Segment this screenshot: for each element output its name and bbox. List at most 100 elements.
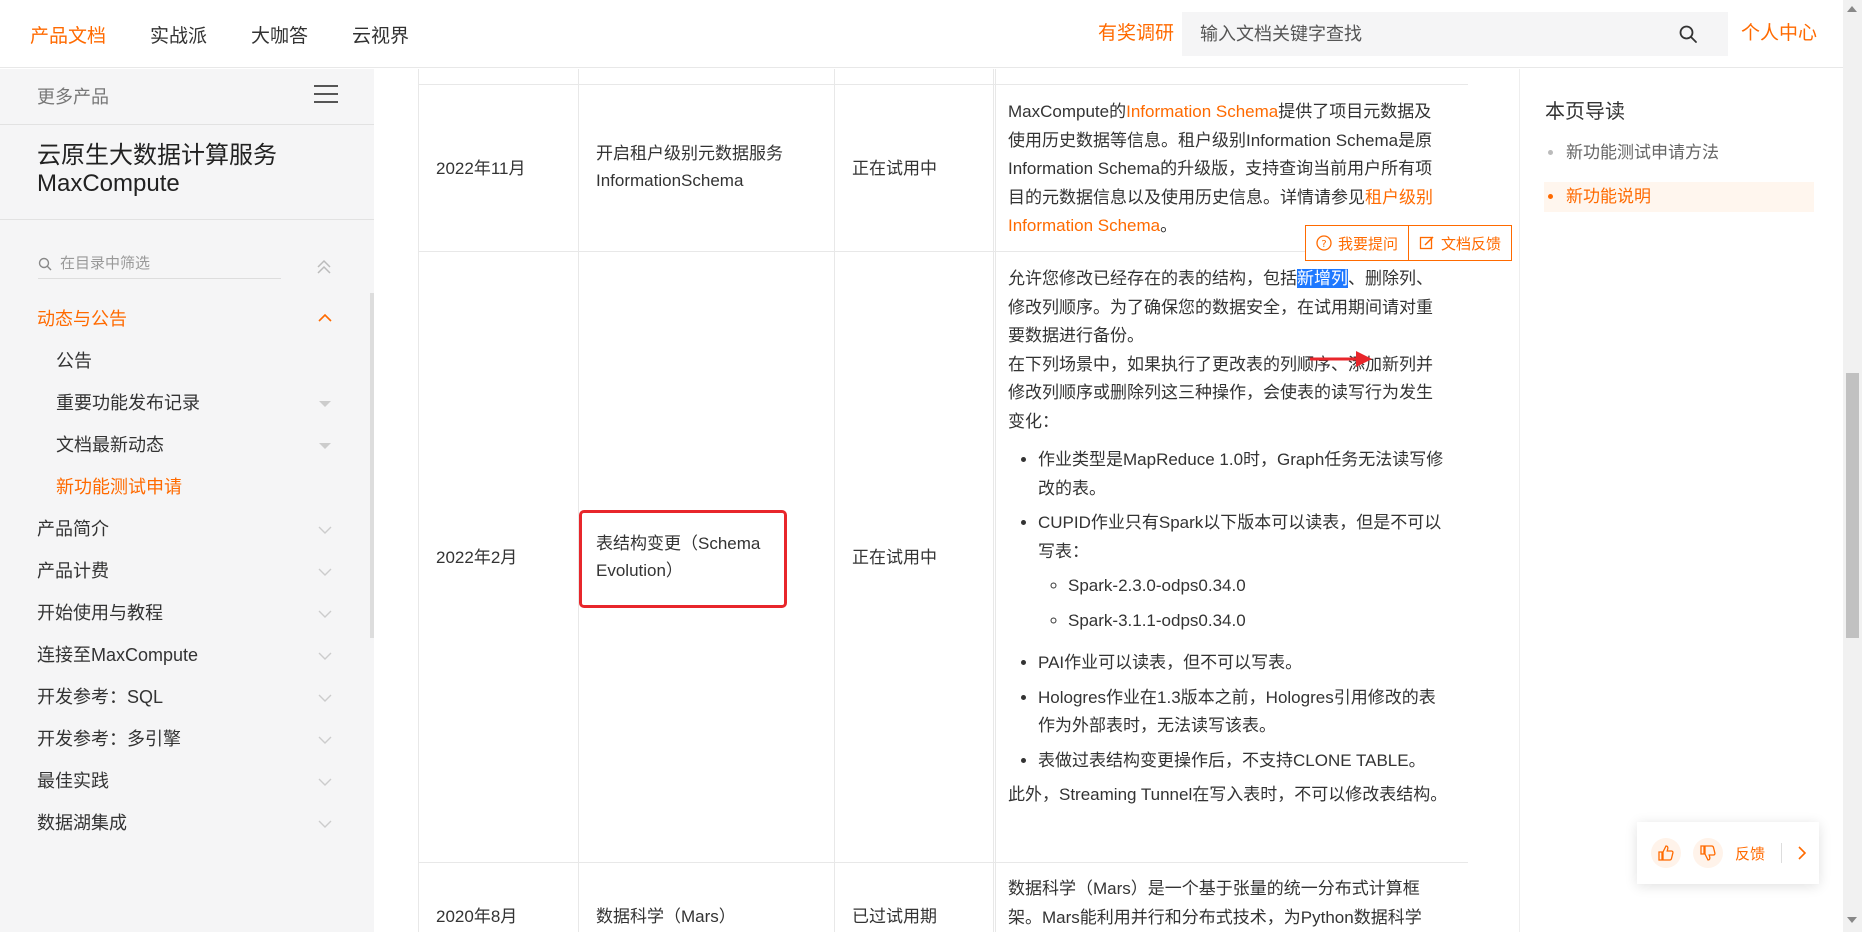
sidebar-item-best-practice[interactable]: 最佳实践 [37, 767, 337, 795]
chevron-down-icon[interactable] [318, 733, 332, 747]
left-sidebar: 更多产品 云原生大数据计算服务 MaxCompute 动态与公告 公告 重要功能… [0, 69, 374, 932]
toc-item-label: 新功能说明 [1566, 187, 1651, 206]
chevron-up-icon[interactable] [318, 311, 332, 325]
chevron-down-icon[interactable] [318, 775, 332, 789]
sidebar-item-billing[interactable]: 产品计费 [37, 557, 337, 585]
nav-practice[interactable]: 实战派 [150, 21, 207, 48]
page-scrollbar[interactable] [1843, 0, 1862, 932]
doc-feedback-button[interactable]: 文档反馈 [1408, 226, 1511, 260]
sidebar-item-label: 最佳实践 [37, 771, 109, 791]
doc-feedback-label: 文档反馈 [1441, 235, 1502, 253]
sidebar-item-label: 数据湖集成 [37, 813, 127, 833]
nav-cloud-vision[interactable]: 云视界 [352, 21, 409, 48]
sidebar-item-getting-started[interactable]: 开始使用与教程 [37, 599, 337, 627]
desc-text: 允许您修改已经存在的表的结构，包括 [1008, 269, 1297, 288]
menu-icon[interactable] [314, 85, 338, 105]
thumbs-up-icon [1658, 845, 1674, 861]
description-cell: 数据科学（Mars）是一个基于张量的统一分布式计算框架。Mars能利用并行和分布… [1008, 879, 1422, 927]
nav-expert-answers[interactable]: 大咖答 [251, 21, 308, 48]
personal-center-link[interactable]: 个人中心 [1741, 0, 1817, 68]
thumbs-up-button[interactable] [1651, 838, 1681, 868]
sidebar-item-product-intro[interactable]: 产品简介 [37, 515, 337, 543]
sidebar-item-label: 重要功能发布记录 [56, 393, 200, 413]
chevron-down-icon[interactable] [318, 523, 332, 537]
ask-question-button[interactable]: ? 我要提问 [1306, 226, 1408, 260]
sidebar-scrollbar[interactable] [370, 293, 374, 638]
sidebar-item-label: 文档最新动态 [56, 435, 164, 455]
chevron-down-icon[interactable] [318, 607, 332, 621]
scenario-list: 作业类型是MapReduce 1.0时，Graph任务无法读写修改的表。 CUP… [1008, 446, 1448, 775]
divider [0, 124, 374, 125]
search-icon[interactable] [1678, 24, 1698, 44]
sidebar-item-label: 产品计费 [37, 561, 109, 581]
toc-title: 本页导读 [1545, 101, 1625, 123]
collapse-all-icon[interactable] [314, 257, 334, 277]
information-schema-link[interactable]: Information Schema [1126, 102, 1278, 121]
date-cell: 2020年8月 [436, 907, 518, 926]
sub-list: Spark-2.3.0-odps0.34.0 Spark-3.1.1-odps0… [1038, 572, 1448, 635]
thumbs-down-icon [1700, 845, 1716, 861]
sidebar-item-doc-updates[interactable]: 文档最新动态 [56, 431, 356, 459]
sidebar-item-new-feature-trial[interactable]: 新功能测试申请 [56, 473, 356, 501]
sidebar-item-dev-multi-engine[interactable]: 开发参考：多引擎 [37, 725, 337, 753]
list-item: Spark-2.3.0-odps0.34.0 [1068, 572, 1448, 601]
toc-filter [38, 249, 281, 279]
sidebar-item-data-lake[interactable]: 数据湖集成 [37, 809, 337, 837]
ask-question-label: 我要提问 [1338, 235, 1399, 253]
chevron-right-icon[interactable] [1796, 846, 1808, 860]
scroll-down-arrow-icon[interactable] [1847, 917, 1857, 923]
sidebar-item-dev-sql[interactable]: 开发参考：SQL [37, 683, 337, 711]
status-cell: 正在试用中 [852, 159, 937, 178]
thumbs-down-button[interactable] [1693, 838, 1723, 868]
feature-cell: 开启租户级别元数据服务 InformationSchema [596, 140, 816, 194]
sidebar-item-connect[interactable]: 连接至MaxCompute [37, 641, 337, 669]
top-navigation-bar: 产品文档 实战派 大咖答 云视界 有奖调研 个人中心 [0, 0, 1843, 68]
sidebar-item-label: 产品简介 [37, 519, 109, 539]
reward-survey-link[interactable]: 有奖调研 [1098, 0, 1174, 68]
chevron-down-icon[interactable] [318, 565, 332, 579]
table-col-divider [418, 69, 419, 932]
page-toc: 本页导读 新功能测试申请方法 新功能说明 [1519, 69, 1843, 932]
toc-item-feature-description[interactable]: 新功能说明 [1544, 182, 1814, 212]
description-cell: 允许您修改已经存在的表的结构，包括新增列、删除列、修改列顺序。为了确保您的数据安… [1008, 265, 1448, 810]
product-title-line1: 云原生大数据计算服务 [37, 142, 277, 169]
chevron-down-icon[interactable] [318, 649, 332, 663]
filter-search-icon [38, 257, 52, 270]
feedback-label[interactable]: 反馈 [1735, 843, 1765, 864]
toc-item-trial-method[interactable]: 新功能测试申请方法 [1544, 138, 1814, 168]
scroll-up-arrow-icon[interactable] [1847, 6, 1857, 12]
sidebar-item-label: 公告 [56, 351, 92, 371]
list-item: PAI作业可以读表，但不可以写表。 [1038, 649, 1448, 678]
feature-cell: 数据科学（Mars） [596, 907, 736, 926]
chevron-down-icon[interactable] [318, 817, 332, 831]
selected-text: 新增列 [1297, 269, 1348, 288]
toc-filter-input[interactable] [60, 255, 270, 272]
toc-dot [1548, 194, 1553, 199]
sidebar-item-label: 开始使用与教程 [37, 603, 163, 623]
list-item: 表做过表结构变更操作后，不支持CLONE TABLE。 [1038, 747, 1448, 776]
table-col-divider [834, 69, 835, 932]
svg-text:?: ? [1321, 239, 1326, 250]
caret-down-icon[interactable] [318, 439, 332, 453]
caret-down-icon[interactable] [318, 397, 332, 411]
red-arrow-icon [1310, 351, 1372, 367]
scrollbar-thumb[interactable] [1846, 373, 1859, 638]
question-icon: ? [1316, 235, 1332, 251]
divider [1781, 843, 1783, 863]
edit-icon [1419, 236, 1434, 250]
nav-product-docs[interactable]: 产品文档 [30, 21, 106, 48]
floating-feedback-widget: 反馈 [1637, 822, 1819, 884]
more-products-label[interactable]: 更多产品 [37, 83, 109, 109]
toc-dot [1548, 150, 1553, 155]
sidebar-item-news[interactable]: 动态与公告 [37, 305, 337, 333]
list-item-text: CUPID作业只有Spark以下版本可以读表，但是不可以写表： [1038, 513, 1442, 561]
red-annotation-box [579, 510, 787, 608]
chevron-down-icon[interactable] [318, 691, 332, 705]
feature-line: InformationSchema [596, 171, 744, 190]
doc-search-box [1182, 12, 1728, 56]
sidebar-item-release-notes[interactable]: 重要功能发布记录 [56, 389, 356, 417]
table-row-divider [418, 84, 1468, 85]
desc-paragraph: 此外，Streaming Tunnel在写入表时，不可以修改表结构。 [1008, 785, 1448, 804]
sidebar-item-announcement[interactable]: 公告 [56, 347, 356, 375]
doc-search-input[interactable] [1200, 23, 1670, 45]
